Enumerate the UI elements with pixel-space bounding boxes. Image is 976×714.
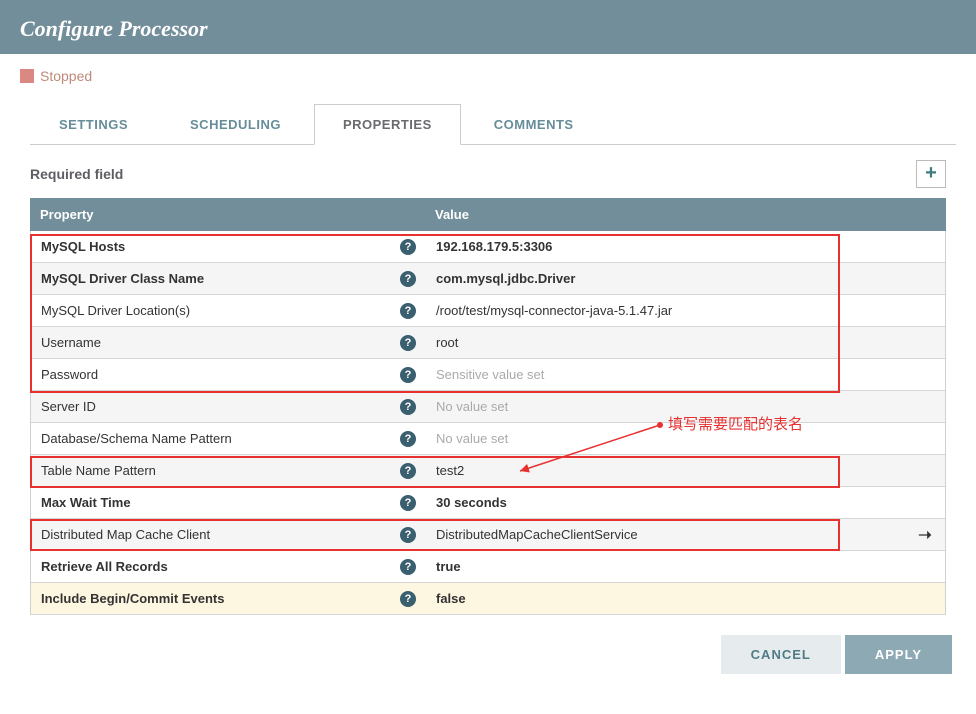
dialog-title: Configure Processor bbox=[0, 0, 976, 54]
header-property: Property bbox=[30, 198, 425, 231]
goto-service-icon[interactable]: ➝ bbox=[918, 525, 931, 545]
add-property-button[interactable]: + bbox=[916, 160, 946, 188]
tab-comments[interactable]: COMMENTS bbox=[465, 104, 603, 145]
property-name: MySQL Driver Class Name bbox=[41, 271, 204, 286]
table-row[interactable]: Table Name Pattern? test2 bbox=[31, 455, 945, 487]
configure-processor-dialog: Configure Processor Stopped SETTINGS SCH… bbox=[0, 0, 976, 678]
help-icon[interactable]: ? bbox=[400, 271, 416, 287]
tab-settings[interactable]: SETTINGS bbox=[30, 104, 157, 145]
table-row[interactable]: Password? Sensitive value set bbox=[31, 359, 945, 391]
property-name: MySQL Hosts bbox=[41, 239, 125, 254]
help-icon[interactable]: ? bbox=[400, 367, 416, 383]
dialog-footer: CANCEL APPLY bbox=[0, 625, 976, 678]
plus-icon: + bbox=[925, 162, 937, 184]
help-icon[interactable]: ? bbox=[400, 431, 416, 447]
table-row[interactable]: Username? root bbox=[31, 327, 945, 359]
properties-table: Property Value MySQL Hosts? 192.168.179.5… bbox=[30, 198, 946, 615]
cancel-button[interactable]: CANCEL bbox=[721, 635, 841, 674]
status-row: Stopped bbox=[0, 54, 976, 88]
table-row[interactable]: Retrieve All Records? true bbox=[31, 551, 945, 583]
property-value[interactable]: /root/test/mysql-connector-java-5.1.47.j… bbox=[436, 303, 672, 318]
property-name: Server ID bbox=[41, 399, 96, 414]
table-row[interactable]: MySQL Driver Location(s)? /root/test/mysq… bbox=[31, 295, 945, 327]
help-icon[interactable]: ? bbox=[400, 239, 416, 255]
property-name: Include Begin/Commit Events bbox=[41, 591, 224, 606]
help-icon[interactable]: ? bbox=[400, 527, 416, 543]
table-row[interactable]: Include Begin/Commit Events? false bbox=[31, 583, 945, 615]
property-name: Username bbox=[41, 335, 101, 350]
table-row[interactable]: Distributed Map Cache Client? Distributed… bbox=[31, 519, 945, 551]
help-icon[interactable]: ? bbox=[400, 591, 416, 607]
content-area: Required field + Property Value MySQL Ho… bbox=[0, 145, 976, 625]
header-value: Value bbox=[425, 198, 906, 231]
property-value[interactable]: root bbox=[436, 335, 458, 350]
help-icon[interactable]: ? bbox=[400, 559, 416, 575]
help-icon[interactable]: ? bbox=[400, 303, 416, 319]
property-name: Retrieve All Records bbox=[41, 559, 168, 574]
property-name: Max Wait Time bbox=[41, 495, 131, 510]
property-value[interactable]: No value set bbox=[436, 431, 508, 446]
property-value[interactable]: No value set bbox=[436, 399, 508, 414]
table-body[interactable]: MySQL Hosts? 192.168.179.5:3306 MySQL Driv… bbox=[30, 231, 946, 615]
property-value[interactable]: DistributedMapCacheClientService bbox=[436, 527, 638, 542]
tab-scheduling[interactable]: SCHEDULING bbox=[161, 104, 310, 145]
help-icon[interactable]: ? bbox=[400, 495, 416, 511]
property-value[interactable]: 30 seconds bbox=[436, 495, 507, 510]
required-field-label: Required field bbox=[30, 166, 123, 182]
property-value[interactable]: true bbox=[436, 559, 461, 574]
property-name: Database/Schema Name Pattern bbox=[41, 431, 232, 446]
property-name: MySQL Driver Location(s) bbox=[41, 303, 190, 318]
property-value[interactable]: test2 bbox=[436, 463, 464, 478]
table-row[interactable]: MySQL Hosts? 192.168.179.5:3306 bbox=[31, 231, 945, 263]
table-row[interactable]: MySQL Driver Class Name? com.mysql.jdbc.D… bbox=[31, 263, 945, 295]
table-row[interactable]: Database/Schema Name Pattern? No value se… bbox=[31, 423, 945, 455]
table-row[interactable]: Server ID? No value set bbox=[31, 391, 945, 423]
property-value[interactable]: com.mysql.jdbc.Driver bbox=[436, 271, 575, 286]
table-row[interactable]: Max Wait Time? 30 seconds bbox=[31, 487, 945, 519]
property-name: Distributed Map Cache Client bbox=[41, 527, 210, 542]
property-name: Password bbox=[41, 367, 98, 382]
property-value[interactable]: Sensitive value set bbox=[436, 367, 544, 382]
status-label: Stopped bbox=[40, 68, 92, 84]
tab-properties[interactable]: PROPERTIES bbox=[314, 104, 461, 145]
stopped-icon bbox=[20, 69, 34, 83]
tab-bar: SETTINGS SCHEDULING PROPERTIES COMMENTS bbox=[30, 103, 956, 144]
help-icon[interactable]: ? bbox=[400, 399, 416, 415]
help-icon[interactable]: ? bbox=[400, 335, 416, 351]
apply-button[interactable]: APPLY bbox=[845, 635, 952, 674]
property-value[interactable]: 192.168.179.5:3306 bbox=[436, 239, 552, 254]
property-name: Table Name Pattern bbox=[41, 463, 156, 478]
property-value[interactable]: false bbox=[436, 591, 466, 606]
help-icon[interactable]: ? bbox=[400, 463, 416, 479]
